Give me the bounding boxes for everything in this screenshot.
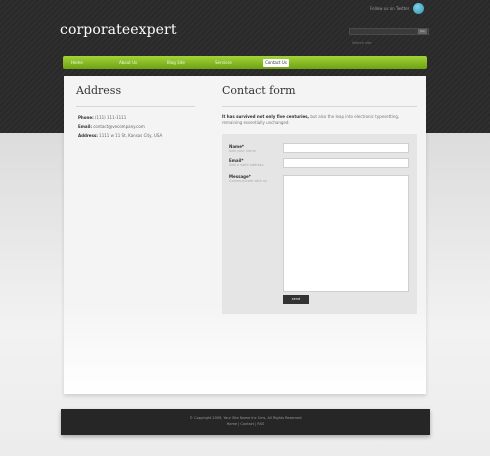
address-street: Address: 1111 w 11 St, Kansas City, USA bbox=[78, 133, 162, 138]
address-divider bbox=[76, 106, 195, 107]
search-input[interactable] bbox=[350, 40, 416, 46]
twitter-bird-icon[interactable] bbox=[413, 3, 425, 14]
phone-value: (111) 111-1111 bbox=[94, 115, 127, 120]
email-value[interactable]: contact@vecompany.com bbox=[93, 124, 144, 129]
street-value: 1111 w 11 St, Kansas City, USA bbox=[99, 133, 163, 138]
main-nav: Home About Us Blog Site Services Contact… bbox=[63, 56, 427, 69]
email-label: Email: bbox=[78, 124, 92, 129]
street-label: Address: bbox=[78, 133, 98, 138]
name-field[interactable] bbox=[283, 143, 409, 153]
contact-divider bbox=[222, 106, 417, 107]
nav-item-blog-site[interactable]: Blog Site bbox=[167, 59, 215, 67]
twitter-follow[interactable]: Follow us on Twitter bbox=[370, 3, 425, 14]
nav-item-services[interactable]: Services bbox=[215, 59, 263, 67]
search-box: Go bbox=[349, 28, 429, 46]
twitter-follow-text[interactable]: Follow us on Twitter bbox=[370, 6, 409, 11]
email-field[interactable] bbox=[283, 158, 409, 168]
nav-item-home[interactable]: Home bbox=[71, 59, 119, 67]
nav-item-contact-us[interactable]: Contact Us bbox=[263, 58, 289, 67]
footer-links[interactable]: Home | Contact | RSS bbox=[61, 422, 430, 426]
footer: © Copyright 2009, Your Site Name Inc Cms… bbox=[61, 409, 430, 435]
contact-form-title: Contact form bbox=[222, 84, 296, 97]
message-field[interactable] bbox=[283, 175, 409, 292]
name-hint: Add your name bbox=[229, 149, 256, 153]
footer-copyright: © Copyright 2009, Your Site Name Inc Cms… bbox=[189, 416, 302, 420]
address-phone: Phone: (111) 111-1111 bbox=[78, 115, 126, 120]
search-button[interactable]: Go bbox=[418, 29, 427, 34]
contact-intro-bold: It has survived not only five centuries, bbox=[222, 114, 310, 119]
site-logo[interactable]: corporateexpert bbox=[60, 22, 177, 38]
send-button[interactable]: send bbox=[283, 295, 309, 304]
phone-label: Phone: bbox=[78, 115, 94, 120]
nav-item-about-us[interactable]: About Us bbox=[119, 59, 167, 67]
address-title: Address bbox=[76, 84, 122, 97]
address-email: Email: contact@vecompany.com bbox=[78, 124, 145, 129]
contact-intro: It has survived not only five centuries,… bbox=[222, 114, 412, 126]
message-hint: Communicate with us bbox=[229, 179, 268, 183]
email-field-hint: Add a valid address bbox=[229, 163, 264, 167]
